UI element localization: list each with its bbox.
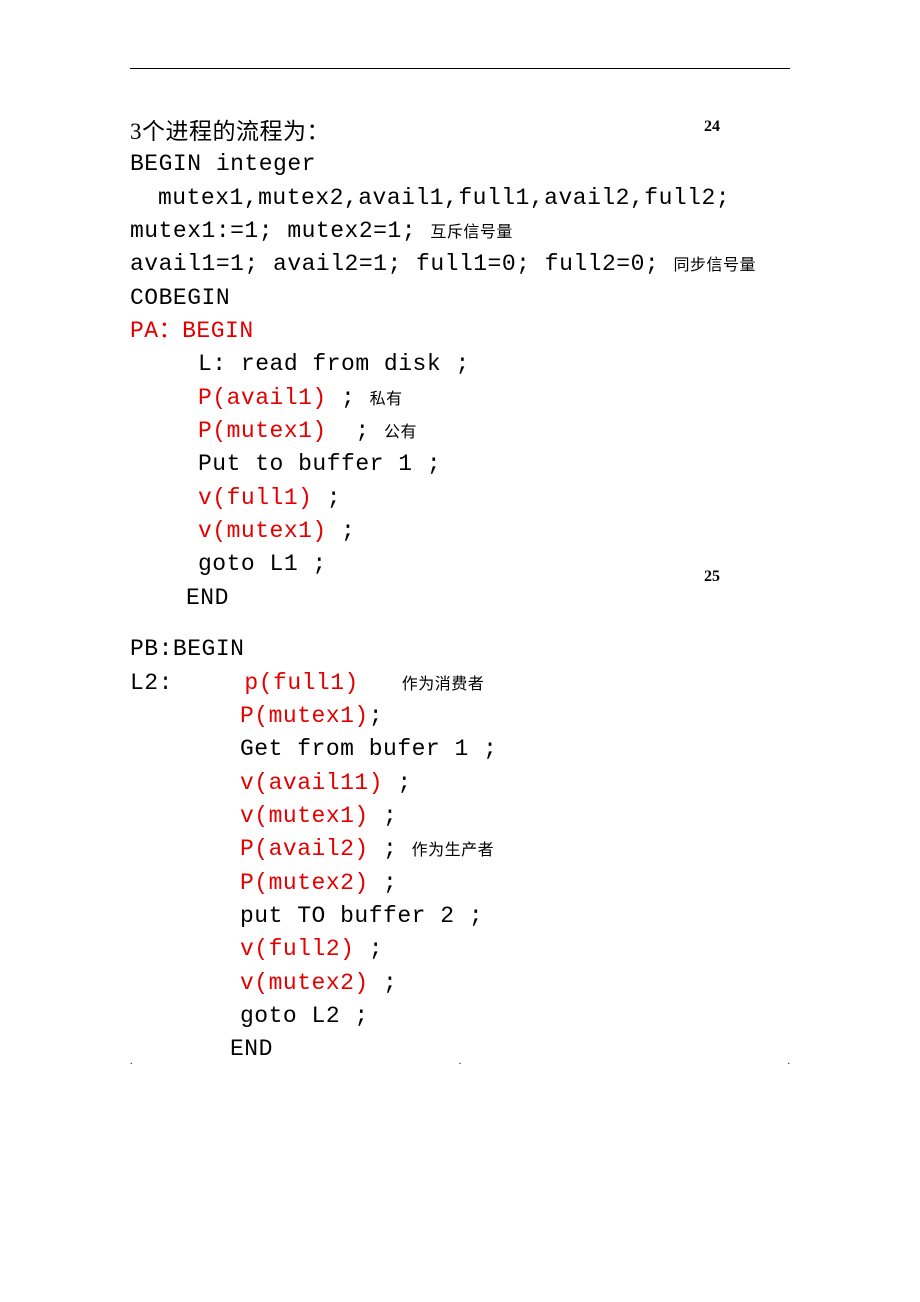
footer-dot: . — [459, 1056, 462, 1067]
annotation: 作为消费者 — [402, 676, 485, 693]
code-text-red: p(full1) — [244, 670, 358, 696]
code-line: P(mutex2) ; — [130, 867, 790, 900]
code-text: ; — [327, 485, 341, 511]
code-line: put TO buffer 2 ; — [130, 900, 790, 933]
code-line: BEGIN integer — [130, 148, 790, 181]
content-area: 3个进程的流程为： BEGIN integer mutex1,mutex2,av… — [130, 115, 790, 1067]
code-text: avail1=1; avail2=1; full1=0; full2=0; — [130, 251, 674, 277]
code-line: END — [130, 582, 790, 615]
code-line: v(mutex1) ; — [130, 800, 790, 833]
code-line: L2: p(full1) 作为消费者 — [130, 667, 790, 700]
code-line: goto L2 ; — [130, 1000, 790, 1033]
code-line: P(mutex1); — [130, 700, 790, 733]
code-text: ; — [341, 385, 370, 411]
code-text-red: v(mutex1) — [198, 518, 341, 544]
code-text-red: v(full2) — [240, 936, 369, 962]
code-text: ; — [341, 518, 355, 544]
footer-dot: . — [130, 1056, 133, 1067]
code-text-red: v(mutex2) — [240, 970, 383, 996]
code-line: goto L1 ; — [130, 548, 790, 581]
code-line-red: PA：BEGIN — [130, 315, 790, 348]
footer-marks: . . . — [130, 1056, 790, 1067]
document-page: 24 25 3个进程的流程为： BEGIN integer mutex1,mut… — [0, 0, 920, 1127]
code-line: P(mutex1) ; 公有 — [130, 415, 790, 448]
code-text: ; — [397, 770, 411, 796]
code-line: L: read from disk ; — [130, 348, 790, 381]
code-text — [359, 670, 402, 696]
annotation: 互斥信号量 — [430, 224, 513, 241]
code-text-red: P(avail1) — [198, 385, 341, 411]
code-line: mutex1,mutex2,avail1,full1,avail2,full2; — [130, 182, 790, 215]
code-line: avail1=1; avail2=1; full1=0; full2=0; 同步… — [130, 248, 790, 281]
code-text-red: v(avail11) — [240, 770, 397, 796]
code-text-red: P(mutex2) — [240, 870, 383, 896]
code-text: mutex1:=1; mutex2=1; — [130, 218, 430, 244]
header-rule — [130, 68, 790, 69]
code-line: v(full2) ; — [130, 933, 790, 966]
page-number-24: 24 — [704, 118, 720, 136]
code-text: ; — [383, 870, 397, 896]
code-line: PB:BEGIN — [130, 633, 790, 666]
code-line: P(avail1) ; 私有 — [130, 382, 790, 415]
code-text: ; — [383, 970, 397, 996]
code-text: ; — [369, 703, 383, 729]
code-text: ; — [383, 836, 412, 862]
code-text-red: P(mutex1) — [240, 703, 369, 729]
annotation: 私有 — [370, 391, 403, 408]
code-line: v(avail11) ; — [130, 767, 790, 800]
code-line: v(full1) ; — [130, 482, 790, 515]
code-line: P(avail2) ; 作为生产者 — [130, 833, 790, 866]
code-text-red: P(avail2) — [240, 836, 383, 862]
code-text: ; — [383, 803, 397, 829]
code-text: ; — [341, 418, 384, 444]
page-number-25: 25 — [704, 568, 720, 586]
annotation: 作为生产者 — [412, 842, 495, 859]
code-line: Get from bufer 1 ; — [130, 733, 790, 766]
block-gap — [130, 615, 790, 633]
code-text: ; — [369, 936, 383, 962]
code-text-red: P(mutex1) — [198, 418, 341, 444]
code-text: L2: — [130, 670, 244, 696]
code-line: COBEGIN — [130, 282, 790, 315]
footer-dot: . — [788, 1056, 791, 1067]
code-line: v(mutex2) ; — [130, 967, 790, 1000]
code-text-red: v(full1) — [198, 485, 327, 511]
annotation: 同步信号量 — [674, 257, 757, 274]
code-line: v(mutex1) ; — [130, 515, 790, 548]
code-text-red: v(mutex1) — [240, 803, 383, 829]
code-line: mutex1:=1; mutex2=1; 互斥信号量 — [130, 215, 790, 248]
annotation: 公有 — [384, 424, 417, 441]
heading-line: 3个进程的流程为： — [130, 115, 790, 148]
code-line: Put to buffer 1 ; — [130, 448, 790, 481]
